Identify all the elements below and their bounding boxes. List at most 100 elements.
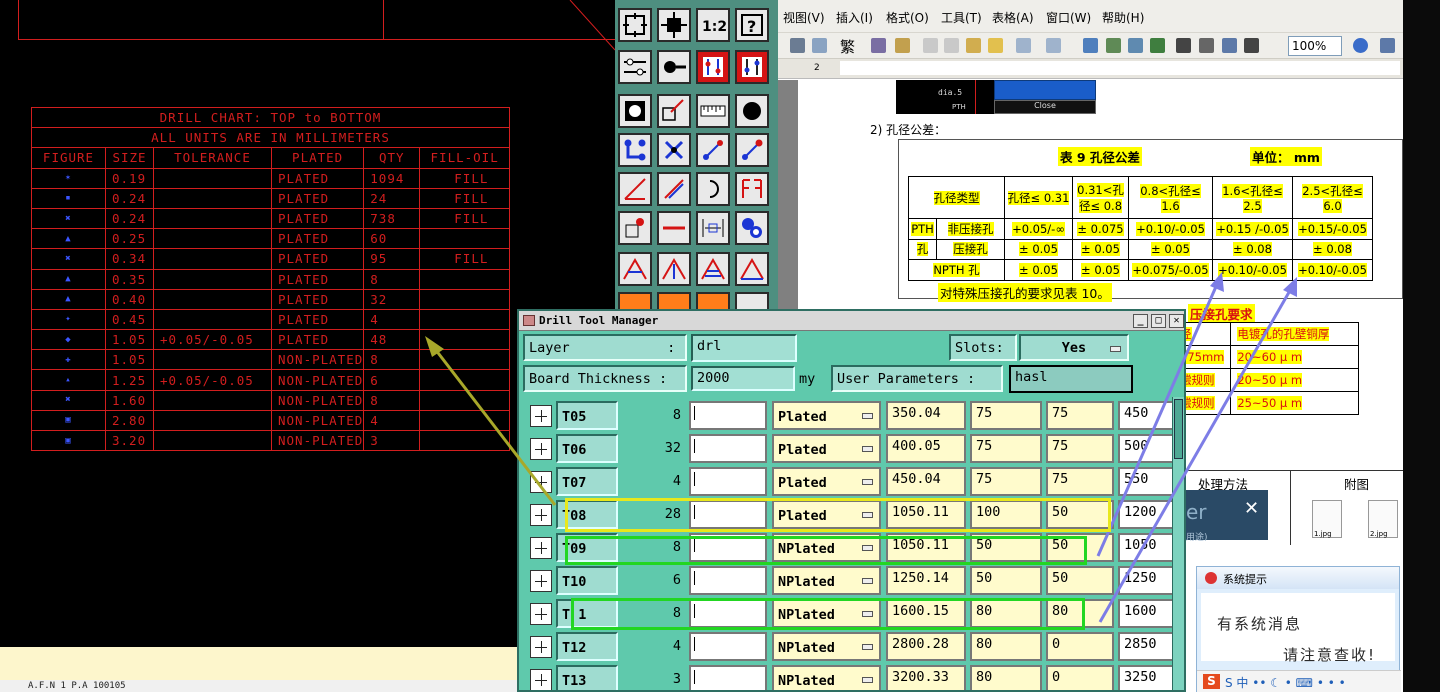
finished-size-field[interactable]: 3200.33 [886,665,966,690]
finished-size-field[interactable]: 1250.14 [886,566,966,595]
scrollbar-thumb[interactable] [1174,399,1183,459]
plating-select[interactable]: Plated [772,401,881,430]
menu-window[interactable]: 窗口(W) [1046,9,1091,26]
copy-icon[interactable] [944,38,959,53]
expand-icon[interactable] [530,603,552,625]
connect-icon[interactable] [618,133,652,167]
minus-tolerance-field[interactable]: 75 [1046,467,1114,496]
expand-icon[interactable] [530,471,552,493]
net-dehighlight-icon[interactable] [735,50,769,84]
settings-icon[interactable] [618,50,652,84]
plus-tolerance-field[interactable]: 75 [970,467,1042,496]
place-icon[interactable] [618,211,652,245]
print-preview-icon[interactable] [812,38,827,53]
layer-field[interactable]: drl [691,334,797,362]
expand-icon[interactable] [530,537,552,559]
fanout-3-icon[interactable] [696,252,730,286]
tool-edit-field[interactable] [689,401,767,430]
expand-icon[interactable] [530,636,552,658]
print-icon[interactable] [790,38,805,53]
close-button[interactable]: ✕ [1169,314,1184,328]
plating-select[interactable]: NPlated [772,632,881,661]
minus-tolerance-field[interactable]: 0 [1046,665,1114,690]
measure-icon[interactable] [696,94,730,128]
tool-edit-field[interactable] [689,632,767,661]
tool-edit-field[interactable] [689,467,767,496]
mirror-icon[interactable] [735,172,769,206]
popup-window[interactable]: er 用途) ✕ [1186,490,1268,543]
tool-name[interactable]: T10 [556,566,618,595]
drill-size-field[interactable]: 1250 [1118,566,1178,595]
arc-icon[interactable] [696,172,730,206]
menu-help[interactable]: 帮助(H) [1102,9,1144,26]
fanout-2-icon[interactable] [657,252,691,286]
minimize-button[interactable]: _ [1133,314,1148,328]
menu-view[interactable]: 视图(V) [783,9,825,26]
menu-tools[interactable]: 工具(T) [941,9,982,26]
help-icon[interactable]: ? [735,8,769,42]
fit-view-icon[interactable] [618,8,652,42]
plating-select[interactable]: NPlated [772,665,881,690]
vertical-scrollbar[interactable] [1172,397,1184,690]
window-title-bar[interactable]: Drill Tool Manager _ □ ✕ [519,311,1184,331]
plating-select[interactable]: Plated [772,434,881,463]
drill-size-field[interactable]: 1050 [1118,533,1178,562]
drill-size-field[interactable]: 1600 [1118,599,1178,628]
format-painter-icon[interactable] [988,38,1003,53]
insert-excel-icon[interactable] [1150,38,1165,53]
angle-icon[interactable] [618,172,652,206]
route-icon[interactable] [696,133,730,167]
tool-edit-field[interactable] [689,665,767,690]
user-parameters-field[interactable]: hasl [1009,365,1133,393]
fanout-4-icon[interactable] [735,252,769,286]
drill-size-field[interactable]: 3250 [1118,665,1178,690]
drill-size-field[interactable]: 450 [1118,401,1178,430]
paste-icon[interactable] [966,38,981,53]
probe-icon[interactable] [657,50,691,84]
close-icon[interactable]: ✕ [1244,498,1259,519]
reading-layout-icon[interactable] [1380,38,1395,53]
minus-tolerance-field[interactable]: 75 [1046,401,1114,430]
drill-size-field[interactable]: 550 [1118,467,1178,496]
spelling-icon[interactable] [871,38,886,53]
group-icon[interactable] [735,211,769,245]
traditional-chinese-icon[interactable]: 繁 [840,36,858,56]
tool-edit-field[interactable] [689,434,767,463]
finished-size-field[interactable]: 400.05 [886,434,966,463]
zoom-select[interactable]: 100% [1288,36,1342,56]
redo-icon[interactable] [1046,38,1061,53]
expand-icon[interactable] [530,405,552,427]
research-icon[interactable] [895,38,910,53]
tool-name[interactable]: T12 [556,632,618,661]
shape-fill-icon[interactable] [618,94,652,128]
pad-icon[interactable] [735,94,769,128]
minus-tolerance-field[interactable]: 0 [1046,632,1114,661]
plus-tolerance-field[interactable]: 50 [970,566,1042,595]
tool-name[interactable]: T07 [556,467,618,496]
dimension-icon[interactable] [696,211,730,245]
hyperlink-icon[interactable] [1083,38,1098,53]
system-notification[interactable]: 系统提示 有系统消息 请注意查收! S S 中 •• ☾ • ⌨ • • • [1196,566,1401,692]
plus-tolerance-field[interactable]: 80 [970,632,1042,661]
sogou-icon[interactable]: S [1203,674,1220,689]
finished-size-field[interactable]: 450.04 [886,467,966,496]
tool-name[interactable]: T05 [556,401,618,430]
menu-format[interactable]: 格式(O) [886,9,929,26]
show-hide-icon[interactable] [1244,38,1259,53]
drill-size-field[interactable]: 1200 [1118,500,1178,529]
cut-icon[interactable] [923,38,938,53]
document-map-icon[interactable] [1222,38,1237,53]
plus-tolerance-field[interactable]: 75 [970,401,1042,430]
menu-insert[interactable]: 插入(I) [836,9,873,26]
fanout-icon[interactable] [618,252,652,286]
zoom-icon[interactable] [657,8,691,42]
plating-select[interactable]: NPlated [772,566,881,595]
expand-icon[interactable] [530,438,552,460]
columns-icon[interactable] [1176,38,1191,53]
minus-tolerance-field[interactable]: 50 [1046,566,1114,595]
maximize-button[interactable]: □ [1151,314,1166,328]
window-menu-icon[interactable] [523,315,535,326]
expand-icon[interactable] [530,669,552,690]
ime-status[interactable]: S 中 •• ☾ • ⌨ • • • [1225,674,1346,691]
minus-tolerance-field[interactable]: 75 [1046,434,1114,463]
